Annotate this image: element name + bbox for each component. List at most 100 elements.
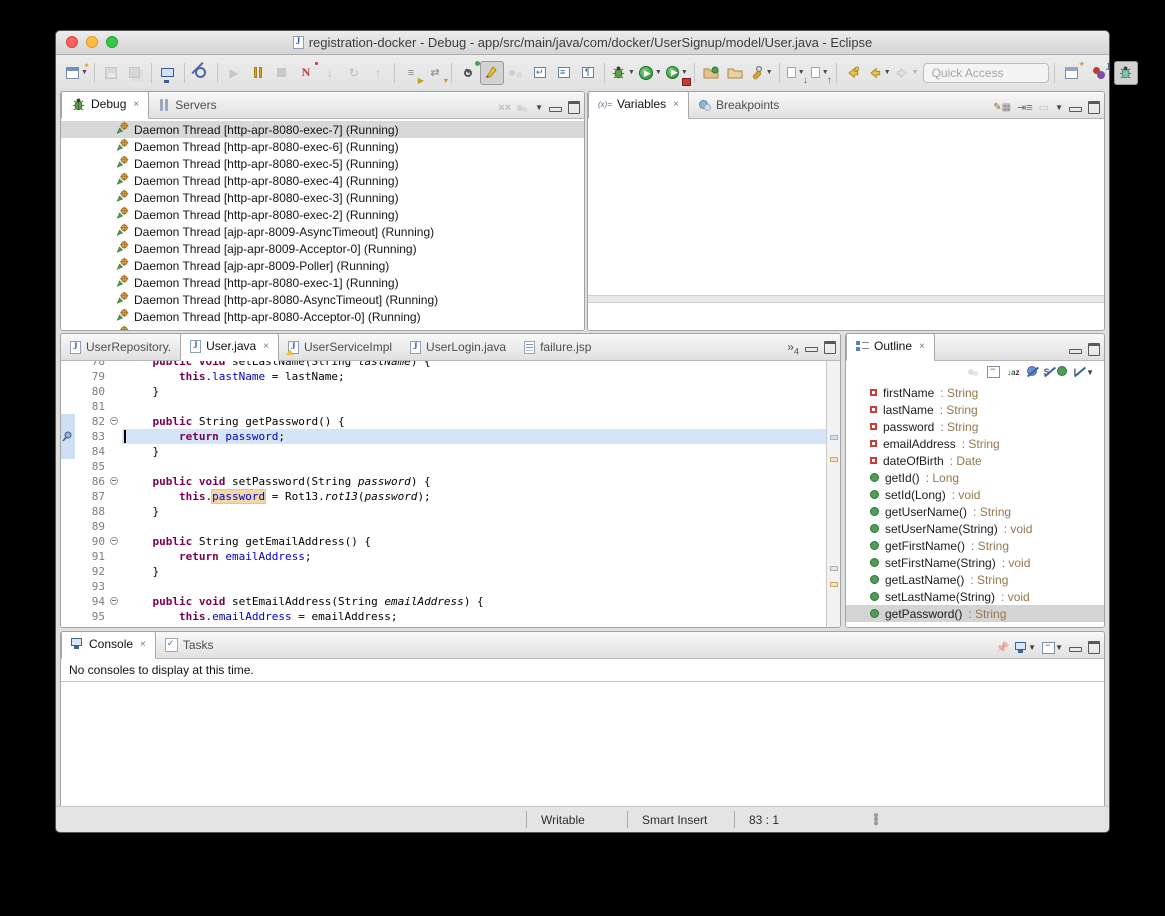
last-edit-location-button[interactable] [841,61,865,85]
fold-marker[interactable] [108,474,122,489]
close-icon[interactable]: × [673,99,679,110]
annotation-ruler-cell[interactable] [61,534,75,549]
tab-debug[interactable]: Debug × [61,91,149,119]
outline-item-password[interactable]: password : String [846,418,1104,435]
hide-non-public-members-icon[interactable] [1057,366,1067,379]
show-logical-structure-icon[interactable]: ✎▦ [993,102,1011,113]
fold-marker[interactable] [108,414,122,429]
maximize-view-icon[interactable] [1088,641,1100,654]
code-line-82[interactable]: 82 public String getPassword() { [61,414,826,429]
tab-breakpoints[interactable]: Breakpoints [689,93,788,118]
outline-item-lastname[interactable]: lastName : String [846,401,1104,418]
annotation-ruler-cell[interactable] [61,414,75,429]
open-console-button[interactable] [156,61,180,85]
annotation-ruler-cell[interactable] [61,594,75,609]
thread-row[interactable]: Daemon Thread [http-apr-8080-exec-7] (Ru… [61,121,584,138]
debug-perspective-button[interactable] [1114,61,1138,85]
annotation-ruler-cell[interactable] [61,564,75,579]
remove-selected-icon[interactable]: ▭ [1039,101,1049,114]
annotation-ruler-cell[interactable] [61,474,75,489]
outline-item-setlastname-string-[interactable]: setLastName(String) : void [846,588,1104,605]
variables-detail-splitter[interactable] [588,295,1104,303]
outline-item-getlastname-[interactable]: getLastName() : String [846,571,1104,588]
outline-item-setfirstname-string-[interactable]: setFirstName(String) : void [846,554,1104,571]
thread-row[interactable]: Daemon Thread [ajp-apr-8009-Acceptor-0] … [61,240,584,257]
minimize-window-button[interactable] [86,36,98,48]
annotation-ruler-cell[interactable] [61,384,75,399]
remove-all-terminated-icon[interactable]: ×× [498,102,511,114]
outline-item-getid-[interactable]: getId() : Long [846,469,1104,486]
tab-outline[interactable]: Outline × [846,333,935,361]
outline-item-dateofbirth[interactable]: dateOfBirth : Date [846,452,1104,469]
code-text[interactable]: } [122,444,826,459]
editor-tab-user-java[interactable]: User.java× [180,333,279,361]
open-console-icon[interactable]: ▼ [1042,642,1063,654]
code-line-87[interactable]: 87 this.password = Rot13.rot13(password)… [61,489,826,504]
code-text[interactable]: this.password = Rot13.rot13(password); [122,489,826,504]
close-window-button[interactable] [66,36,78,48]
sort-icon[interactable]: ↓az [1007,368,1019,377]
maximize-view-icon[interactable] [1088,343,1100,356]
mark-occurrences-button[interactable] [480,61,504,85]
step-into-button[interactable]: ↓ [318,61,342,85]
annotation-ruler-cell[interactable] [61,579,75,594]
maximize-view-icon[interactable] [1088,101,1100,114]
close-icon[interactable]: × [263,341,269,352]
close-icon[interactable]: × [919,341,925,352]
quick-access-input[interactable] [923,63,1049,83]
code-text[interactable]: public void setPassword(String password)… [122,474,826,489]
open-perspective-button[interactable]: ✦ [1060,61,1084,85]
resume-button[interactable]: ▶ [222,61,246,85]
annotation-ruler-cell[interactable] [61,609,75,624]
focus-on-active-task-icon[interactable] [968,367,980,377]
code-line-84[interactable]: 84 } [61,444,826,459]
link-with-editor-button[interactable]: ↵ [528,61,552,85]
search-button[interactable]: ▼ [747,61,775,85]
thread-row[interactable]: Daemon Thread [http-apr-8080-exec-4] (Ru… [61,172,584,189]
editor-tab-failure-jsp[interactable]: failure.jsp [515,335,600,360]
variables-tree[interactable] [588,119,1104,330]
back-button[interactable]: ▼ [865,61,893,85]
code-line-83[interactable]: 83 return password; [61,429,826,444]
outline-item-firstname[interactable]: firstName : String [846,384,1104,401]
annotation-ruler-cell[interactable] [61,444,75,459]
breakpoints-pair-button[interactable] [504,61,528,85]
open-resource-button[interactable] [723,61,747,85]
minimize-view-icon[interactable] [549,107,562,112]
maximize-view-icon[interactable] [568,101,580,114]
save-button[interactable] [99,61,123,85]
code-text[interactable]: } [122,624,826,627]
annotation-ruler-cell[interactable] [61,519,75,534]
code-text[interactable]: public void setEmailAddress(String email… [122,594,826,609]
code-line-91[interactable]: 91 return emailAddress; [61,549,826,564]
debug-menu-button[interactable]: ▼ [609,61,637,85]
thread-row[interactable]: Daemon Thread [http-apr-8080-exec-5] (Ru… [61,155,584,172]
use-step-filters-button[interactable]: ≡▶ [399,61,423,85]
code-line-88[interactable]: 88 } [61,504,826,519]
code-text[interactable] [122,459,826,474]
code-line-93[interactable]: 93 [61,579,826,594]
collapse-all-icon[interactable] [987,366,1000,378]
view-menu-icon[interactable]: ▼ [1086,368,1094,377]
outline-item-setusername-string-[interactable]: setUserName(String) : void [846,520,1104,537]
thread-row[interactable]: Daemon Thread [http-apr-8080-Acceptor-0]… [61,308,584,325]
save-all-button[interactable] [123,61,147,85]
code-line-78[interactable]: 78 public void setLastName(String lastNa… [61,361,826,369]
code-text[interactable] [122,519,826,534]
code-line-92[interactable]: 92 } [61,564,826,579]
step-filters-config-button[interactable]: ⇄▾ [423,61,447,85]
tab-console[interactable]: Console × [61,631,156,659]
editor-tab-userrepository-[interactable]: UserRepository. [61,335,180,360]
current-instruction-pointer[interactable] [61,429,75,444]
code-text[interactable]: return password; [122,429,826,444]
minimize-view-icon[interactable] [805,347,818,352]
view-menu-icon[interactable]: ▼ [1055,103,1063,112]
code-text[interactable]: } [122,504,826,519]
close-icon[interactable]: × [133,99,139,110]
hide-fields-icon[interactable] [1027,366,1037,379]
annotation-ruler-cell[interactable] [61,549,75,564]
overview-ruler[interactable] [826,361,840,627]
overview-annotation-mark[interactable] [830,435,838,440]
code-line-80[interactable]: 80 } [61,384,826,399]
dropdown-arrow-icon[interactable]: ▼ [766,69,773,76]
